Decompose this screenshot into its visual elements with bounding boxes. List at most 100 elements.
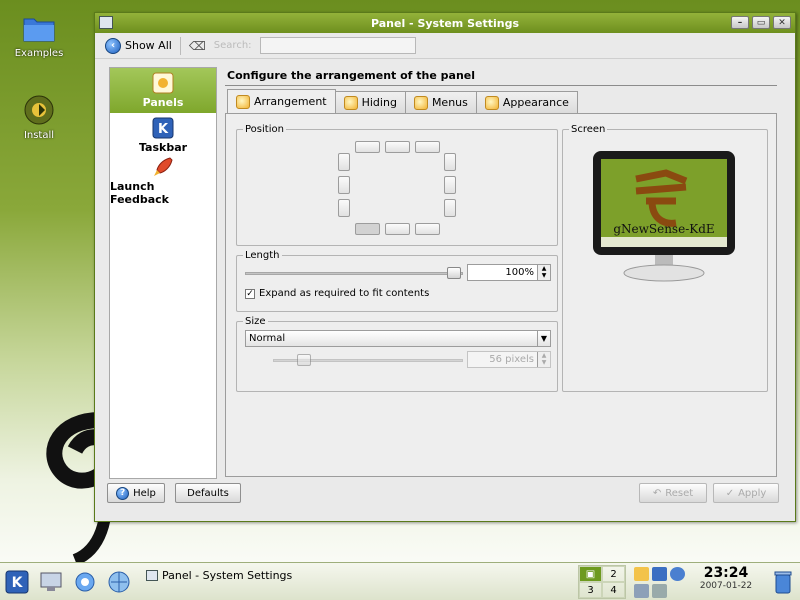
speaker-icon[interactable] <box>634 584 649 598</box>
sidebar-item-label: Taskbar <box>138 141 188 154</box>
arrangement-panel: Position Length 100% ▲ ▼ ✓ Expand as req… <box>225 113 777 477</box>
tab-label: Menus <box>431 96 468 109</box>
minimize-button[interactable]: – <box>731 16 749 29</box>
pager-desktop-4[interactable]: 4 <box>602 582 625 598</box>
tab-label: Appearance <box>502 96 569 109</box>
screen-label: Screen <box>571 124 606 135</box>
appearance-icon <box>484 95 499 110</box>
position-label: Position <box>245 124 284 135</box>
arrangement-icon <box>236 94 250 109</box>
spin-down-icon: ▼ <box>541 359 547 366</box>
search-input[interactable] <box>259 37 416 54</box>
size-label: Size <box>245 316 266 327</box>
position-right-bottom-button[interactable] <box>444 199 456 217</box>
expand-checkbox-row[interactable]: ✓ Expand as required to fit contents <box>245 288 429 299</box>
position-left-top-button[interactable] <box>338 153 350 171</box>
position-bottom-left-button[interactable] <box>355 223 380 235</box>
pager-desktop-3[interactable]: 3 <box>579 582 602 598</box>
size-slider-handle <box>297 354 311 366</box>
network-icon[interactable] <box>670 567 685 581</box>
browser-icon[interactable] <box>106 569 132 595</box>
screen-group: Screen gNewSense-KdE <box>562 124 768 392</box>
window-titlebar[interactable]: Panel - System Settings – ▭ ✕ <box>95 13 795 33</box>
dialog-button-bar: ? Help Defaults ↶ Reset ✓ Apply <box>95 483 795 521</box>
position-right-top-button[interactable] <box>444 153 456 171</box>
window-title: Panel - System Settings <box>370 16 520 30</box>
show-all-label: Show All <box>125 39 172 52</box>
defaults-button[interactable]: Defaults <box>175 483 241 503</box>
pager-desktop-2[interactable]: 2 <box>602 566 625 582</box>
system-icon[interactable] <box>38 569 64 595</box>
spin-up-icon: ▲ <box>541 352 547 359</box>
spin-up-icon[interactable]: ▲ <box>538 265 550 272</box>
position-left-bottom-button[interactable] <box>338 199 350 217</box>
sidebar-item-launch-feedback[interactable]: Launch Feedback <box>110 156 216 206</box>
search-label: Search: <box>213 40 252 51</box>
apply-icon: ✓ <box>725 487 735 499</box>
expand-checkbox-label: Expand as required to fit contents <box>259 288 430 299</box>
clock-time: 23:24 <box>703 565 749 581</box>
position-top-right-button[interactable] <box>415 141 440 153</box>
window-app-icon[interactable] <box>99 16 113 29</box>
clock-date: 2007-01-22 <box>699 581 753 591</box>
desktop-icon-label: Install <box>23 130 55 141</box>
task-title: Panel - System Settings <box>162 568 293 582</box>
length-slider-handle[interactable] <box>447 267 461 279</box>
hiding-icon <box>343 95 358 110</box>
help-icon: ? <box>116 486 130 500</box>
sidebar: Panels K Taskbar Launch Feedback <box>109 67 217 479</box>
clear-search-icon[interactable]: ⌫ <box>189 39 206 53</box>
apply-button[interactable]: ✓ Apply <box>713 483 779 503</box>
maximize-button[interactable]: ▭ <box>752 16 770 29</box>
tab-bar: Arrangement Hiding Menus Appearance <box>227 89 578 113</box>
help-center-icon[interactable] <box>72 569 98 595</box>
pager-desktop-1[interactable]: 1▣ <box>579 566 602 582</box>
reset-button[interactable]: ↶ Reset <box>639 483 707 503</box>
position-group: Position <box>236 124 558 246</box>
install-icon <box>21 92 57 128</box>
position-bottom-center-button[interactable] <box>385 223 410 235</box>
reset-icon: ↶ <box>652 487 662 499</box>
sidebar-item-taskbar[interactable]: K Taskbar <box>110 113 216 158</box>
tab-appearance[interactable]: Appearance <box>475 91 578 113</box>
kde-menu-button[interactable]: K <box>4 569 30 595</box>
length-spinbox[interactable]: 100% ▲ ▼ <box>467 264 551 281</box>
tab-arrangement[interactable]: Arrangement <box>227 89 336 113</box>
length-value: 100% <box>505 267 534 278</box>
desktop-pager: 1▣ 2 3 4 <box>578 565 626 599</box>
position-top-center-button[interactable] <box>385 141 410 153</box>
show-all-button[interactable]: ‹ Show All <box>105 37 172 54</box>
panels-icon <box>151 72 175 94</box>
spin-down-icon[interactable]: ▼ <box>538 272 550 279</box>
position-right-center-button[interactable] <box>444 176 456 194</box>
position-left-center-button[interactable] <box>338 176 350 194</box>
length-slider-track[interactable] <box>245 272 463 275</box>
taskbar-task-panel-settings[interactable]: Panel - System Settings <box>146 565 446 585</box>
screen-preview: gNewSense-KdE <box>593 151 735 282</box>
content-title: Configure the arrangement of the panel <box>227 69 476 82</box>
expand-checkbox[interactable]: ✓ <box>245 288 255 299</box>
close-button[interactable]: ✕ <box>773 16 791 29</box>
tools-icon[interactable] <box>652 584 667 598</box>
size-select[interactable]: Normal ▼ <box>245 330 551 347</box>
screen-preview-text: gNewSense-KdE <box>613 222 714 236</box>
help-button[interactable]: ? Help <box>107 483 165 503</box>
tab-hiding[interactable]: Hiding <box>334 91 406 113</box>
length-label: Length <box>245 250 280 261</box>
clock[interactable]: 23:24 2007-01-22 <box>696 565 756 591</box>
position-bottom-right-button[interactable] <box>415 223 440 235</box>
tab-menus[interactable]: Menus <box>404 91 477 113</box>
svg-text:K: K <box>12 575 24 591</box>
desktop-icon-examples[interactable]: Examples <box>4 10 74 59</box>
desktop-icon-install[interactable]: Install <box>4 92 74 141</box>
tab-label: Hiding <box>361 96 397 109</box>
user-icon[interactable] <box>652 567 667 581</box>
defaults-label: Defaults <box>187 487 229 499</box>
klipper-icon[interactable] <box>634 567 649 581</box>
toolbar: ‹ Show All ⌫ Search: <box>95 33 795 59</box>
chevron-down-icon: ▼ <box>537 331 550 346</box>
sidebar-item-panels[interactable]: Panels <box>110 68 216 113</box>
position-top-left-button[interactable] <box>355 141 380 153</box>
size-spinbox: 56 pixels ▲ ▼ <box>467 351 551 368</box>
trash-icon[interactable] <box>770 569 796 595</box>
